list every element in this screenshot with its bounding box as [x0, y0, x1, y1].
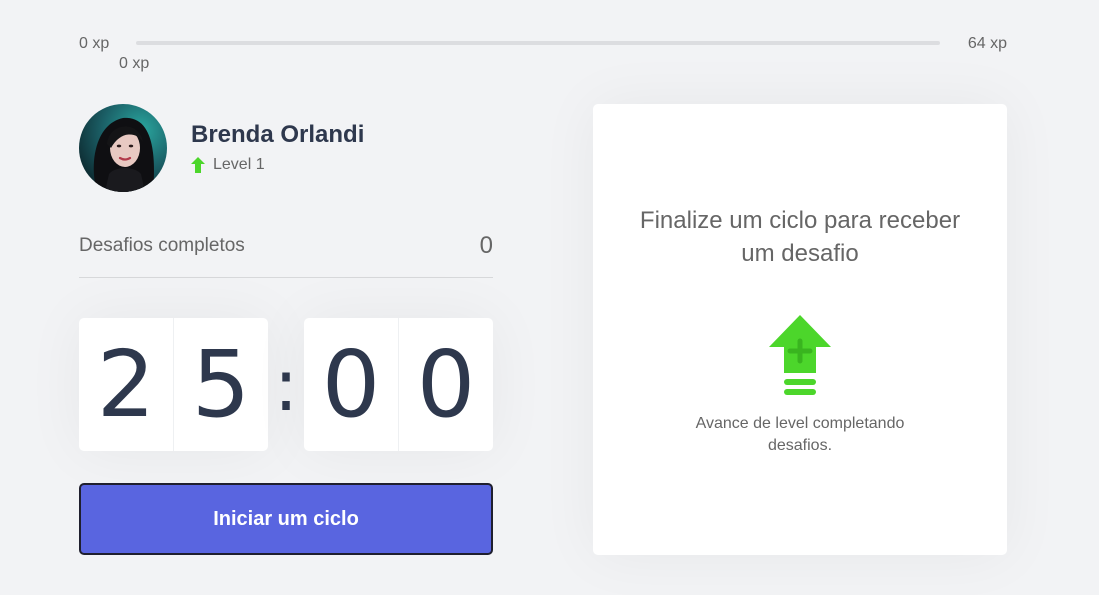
profile: Brenda Orlandi Level 1	[79, 104, 499, 192]
completed-challenges-count: 0	[479, 232, 493, 259]
countdown-digit: 5	[173, 318, 268, 451]
countdown: 2 5 : 0 0	[79, 318, 493, 451]
completed-challenges-label: Desafios completos	[79, 235, 245, 256]
avatar-image	[79, 104, 167, 192]
challenge-box: Finalize um ciclo para receber um desafi…	[593, 104, 1007, 555]
xp-max-label: 64 xp	[967, 35, 1007, 52]
challenge-box-title: Finalize um ciclo para receber um desafi…	[639, 207, 961, 267]
countdown-digit: 0	[321, 331, 381, 438]
app: 0 xp 0 xp 64 xp Brenda Orlandi Level 1 D…	[0, 0, 1099, 595]
profile-name: Brenda Orlandi	[191, 121, 365, 148]
level-up-icon	[769, 315, 831, 395]
xp-track	[136, 41, 940, 45]
challenge-box-hint: Avance de level completando desafios.	[695, 415, 905, 454]
start-cycle-button[interactable]: Iniciar um ciclo	[79, 483, 493, 555]
avatar	[79, 104, 167, 192]
countdown-seconds: 0 0	[304, 318, 493, 451]
level-label: Level 1	[213, 156, 265, 173]
countdown-digit: 2	[96, 331, 156, 438]
xp-current-label: 0 xp	[119, 55, 150, 72]
countdown-minutes: 2 5	[79, 318, 268, 451]
xp-min-label: 0 xp	[79, 35, 110, 52]
countdown-separator: :	[273, 342, 299, 427]
level-arrow-icon	[191, 157, 205, 173]
countdown-digit: 0	[398, 318, 493, 451]
profile-level: Level 1	[191, 156, 265, 174]
experience-bar: 0 xp 0 xp 64 xp	[79, 32, 1007, 72]
completed-challenges: Desafios completos 0	[79, 230, 493, 278]
